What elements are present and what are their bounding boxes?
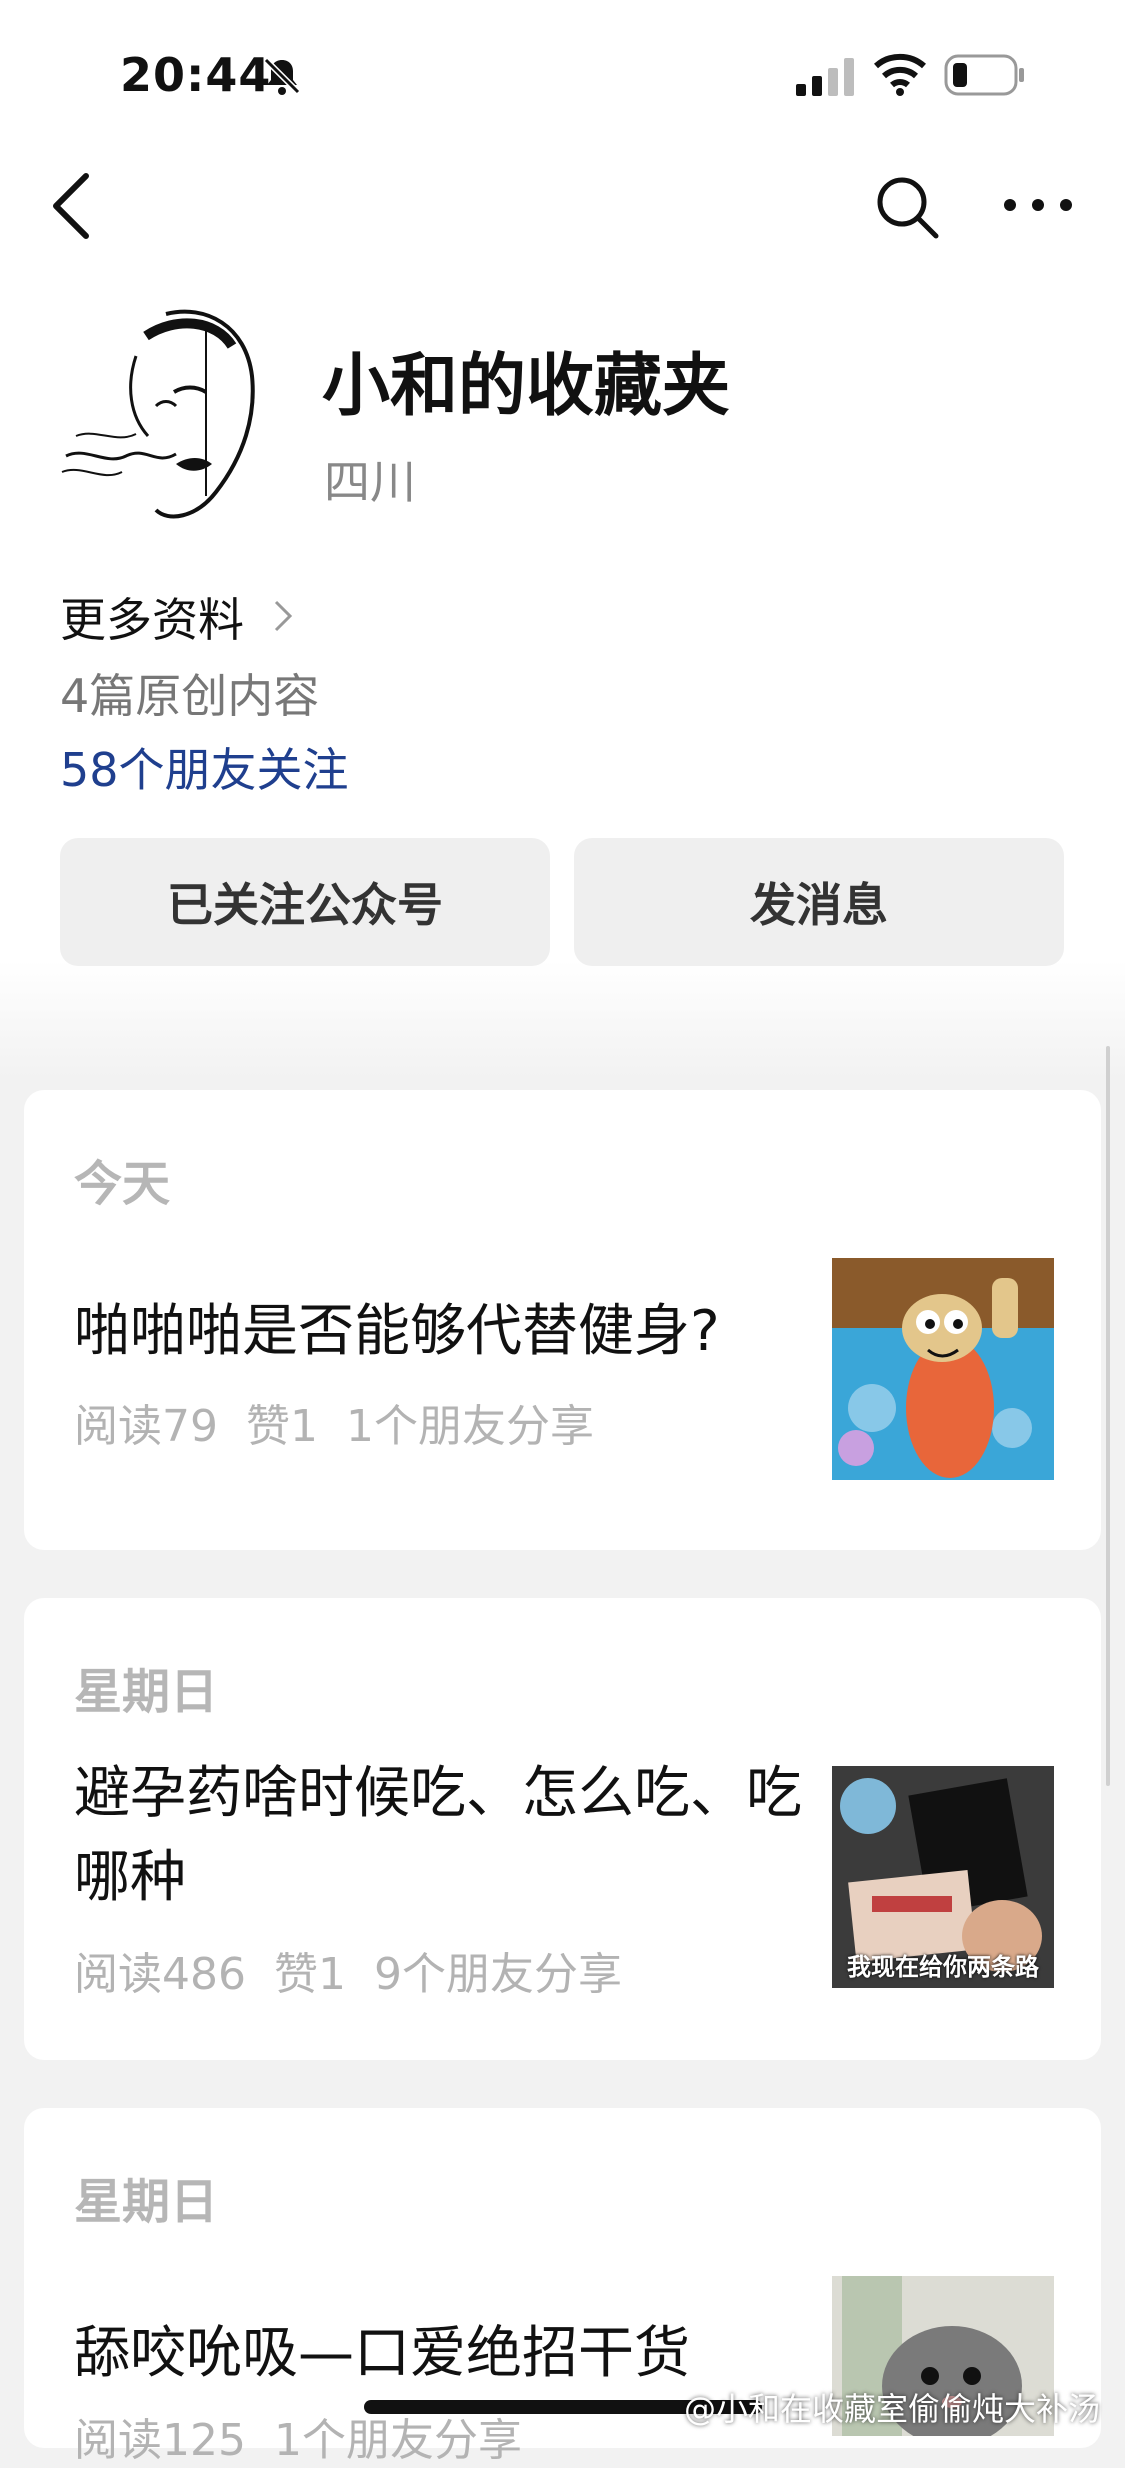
chevron-right-icon[interactable] [272,596,296,636]
original-count: 4篇原创内容 [60,669,320,723]
search-icon[interactable] [872,172,942,242]
account-name: 小和的收藏夹 [322,347,731,426]
bell-off-icon [263,57,301,95]
article-date: 星期日 [74,1664,219,1720]
thumbnail-caption: 我现在给你两条路 [847,1953,1039,1981]
back-chevron-icon[interactable] [44,168,100,244]
status-time: 20:44 [120,48,272,102]
watermark: @小和在收藏室偷偷炖大补汤 [684,2390,1101,2428]
region-label: 四川 [324,455,416,509]
more-dots-icon[interactable] [1000,180,1076,230]
friends-follow-link[interactable]: 58个朋友关注 [60,734,349,800]
avatar[interactable] [56,296,288,528]
article-title[interactable]: 避孕药啥时候吃、怎么吃、吃哪种 [74,1752,814,1920]
article-date: 今天 [74,1156,171,1212]
article-card[interactable]: 星期日 避孕药啥时候吃、怎么吃、吃哪种 阅读486 赞1 9个朋友分享 我现在给你两… [24,1598,1101,2060]
article-likes: 赞1 [273,1949,346,2000]
article-meta: 阅读79 赞1 1个朋友分享 [74,1390,622,1454]
article-title[interactable]: 啪啪啪是否能够代替健身? [74,1290,814,1374]
more-info-link[interactable]: 更多资料 [60,584,244,650]
scrollbar[interactable] [1106,1046,1110,1786]
article-reads: 阅读79 [74,1401,218,1452]
send-message-button[interactable]: 发消息 [574,838,1064,966]
article-shares: 9个朋友分享 [373,1949,622,2000]
followed-button[interactable]: 已关注公众号 [60,838,550,966]
article-date: 星期日 [74,2174,219,2230]
article-likes: 赞1 [246,1401,318,1452]
article-meta: 阅读486 赞1 9个朋友分享 [74,1938,650,2002]
cartoon-fish-thumbnail[interactable] [832,1258,1054,1480]
article-reads: 阅读125 [74,2415,246,2466]
wifi-icon [874,53,926,96]
article-card[interactable]: 今天 啪啪啪是否能够代替健身? 阅读79 赞1 1个朋友分享 [24,1090,1101,1550]
article-shares: 1个朋友分享 [273,2415,522,2466]
article-shares: 1个朋友分享 [346,1401,594,1452]
battery-icon [944,54,1024,96]
article-reads: 阅读486 [74,1949,246,2000]
signal-icon [796,58,854,96]
packages-thumbnail[interactable]: 我现在给你两条路 [832,1766,1054,1988]
